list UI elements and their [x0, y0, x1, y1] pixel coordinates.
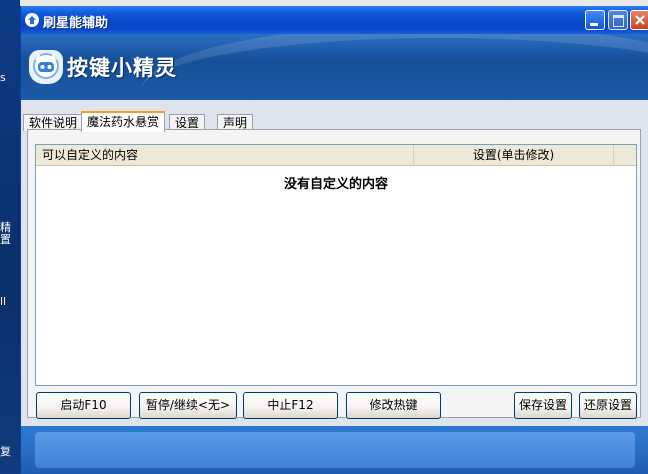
minimize-button[interactable] — [585, 10, 605, 30]
list-header: 可以自定义的内容 设置(单击修改) — [36, 145, 636, 166]
custom-content-list[interactable]: 可以自定义的内容 设置(单击修改) 没有自定义的内容 — [35, 144, 637, 386]
app-icon — [25, 13, 39, 27]
maximize-button[interactable] — [608, 10, 628, 30]
empty-list-message: 没有自定义的内容 — [283, 177, 388, 192]
stop-button[interactable]: 中止F12 — [243, 392, 338, 419]
tab-magic-potion-bounty[interactable]: 魔法药水悬赏 — [81, 111, 166, 132]
close-icon — [635, 15, 645, 25]
tab-panel: 可以自定义的内容 设置(单击修改) 没有自定义的内容 — [27, 129, 641, 418]
column-header-setting[interactable]: 设置(单击修改) — [414, 145, 614, 165]
column-header-content[interactable]: 可以自定义的内容 — [36, 145, 414, 165]
banner-decoration — [141, 34, 648, 100]
desktop-label-fragment: s — [0, 71, 6, 84]
desktop-label-fragment: 复 — [0, 445, 11, 458]
banner-title: 按键小精灵 — [67, 56, 177, 80]
bottom-banner — [21, 426, 648, 474]
mascot-logo-icon — [29, 50, 63, 84]
banner: 按键小精灵 — [21, 34, 648, 100]
pause-resume-button[interactable]: 暂停/继续<无> — [139, 392, 237, 419]
save-settings-button[interactable]: 保存设置 — [514, 392, 572, 419]
restore-settings-button[interactable]: 还原设置 — [579, 392, 637, 419]
start-button[interactable]: 启动F10 — [36, 392, 131, 419]
window-title: 刷星能辅助 — [43, 16, 109, 31]
change-hotkey-button[interactable]: 修改热键 — [346, 392, 441, 419]
desktop-background: s 精 置 ll 复 — [0, 0, 20, 474]
bottom-banner-panel — [35, 432, 635, 468]
close-button[interactable] — [630, 10, 648, 30]
desktop-label-fragment: ll — [0, 295, 7, 308]
title-bar[interactable]: 刷星能辅助 — [21, 6, 648, 34]
desktop-label-fragment: 置 — [0, 233, 11, 246]
app-window: 刷星能辅助 按键小精灵 软件说明 魔法药水悬赏 设置 声明 可以自定义的内容 设… — [20, 6, 648, 474]
